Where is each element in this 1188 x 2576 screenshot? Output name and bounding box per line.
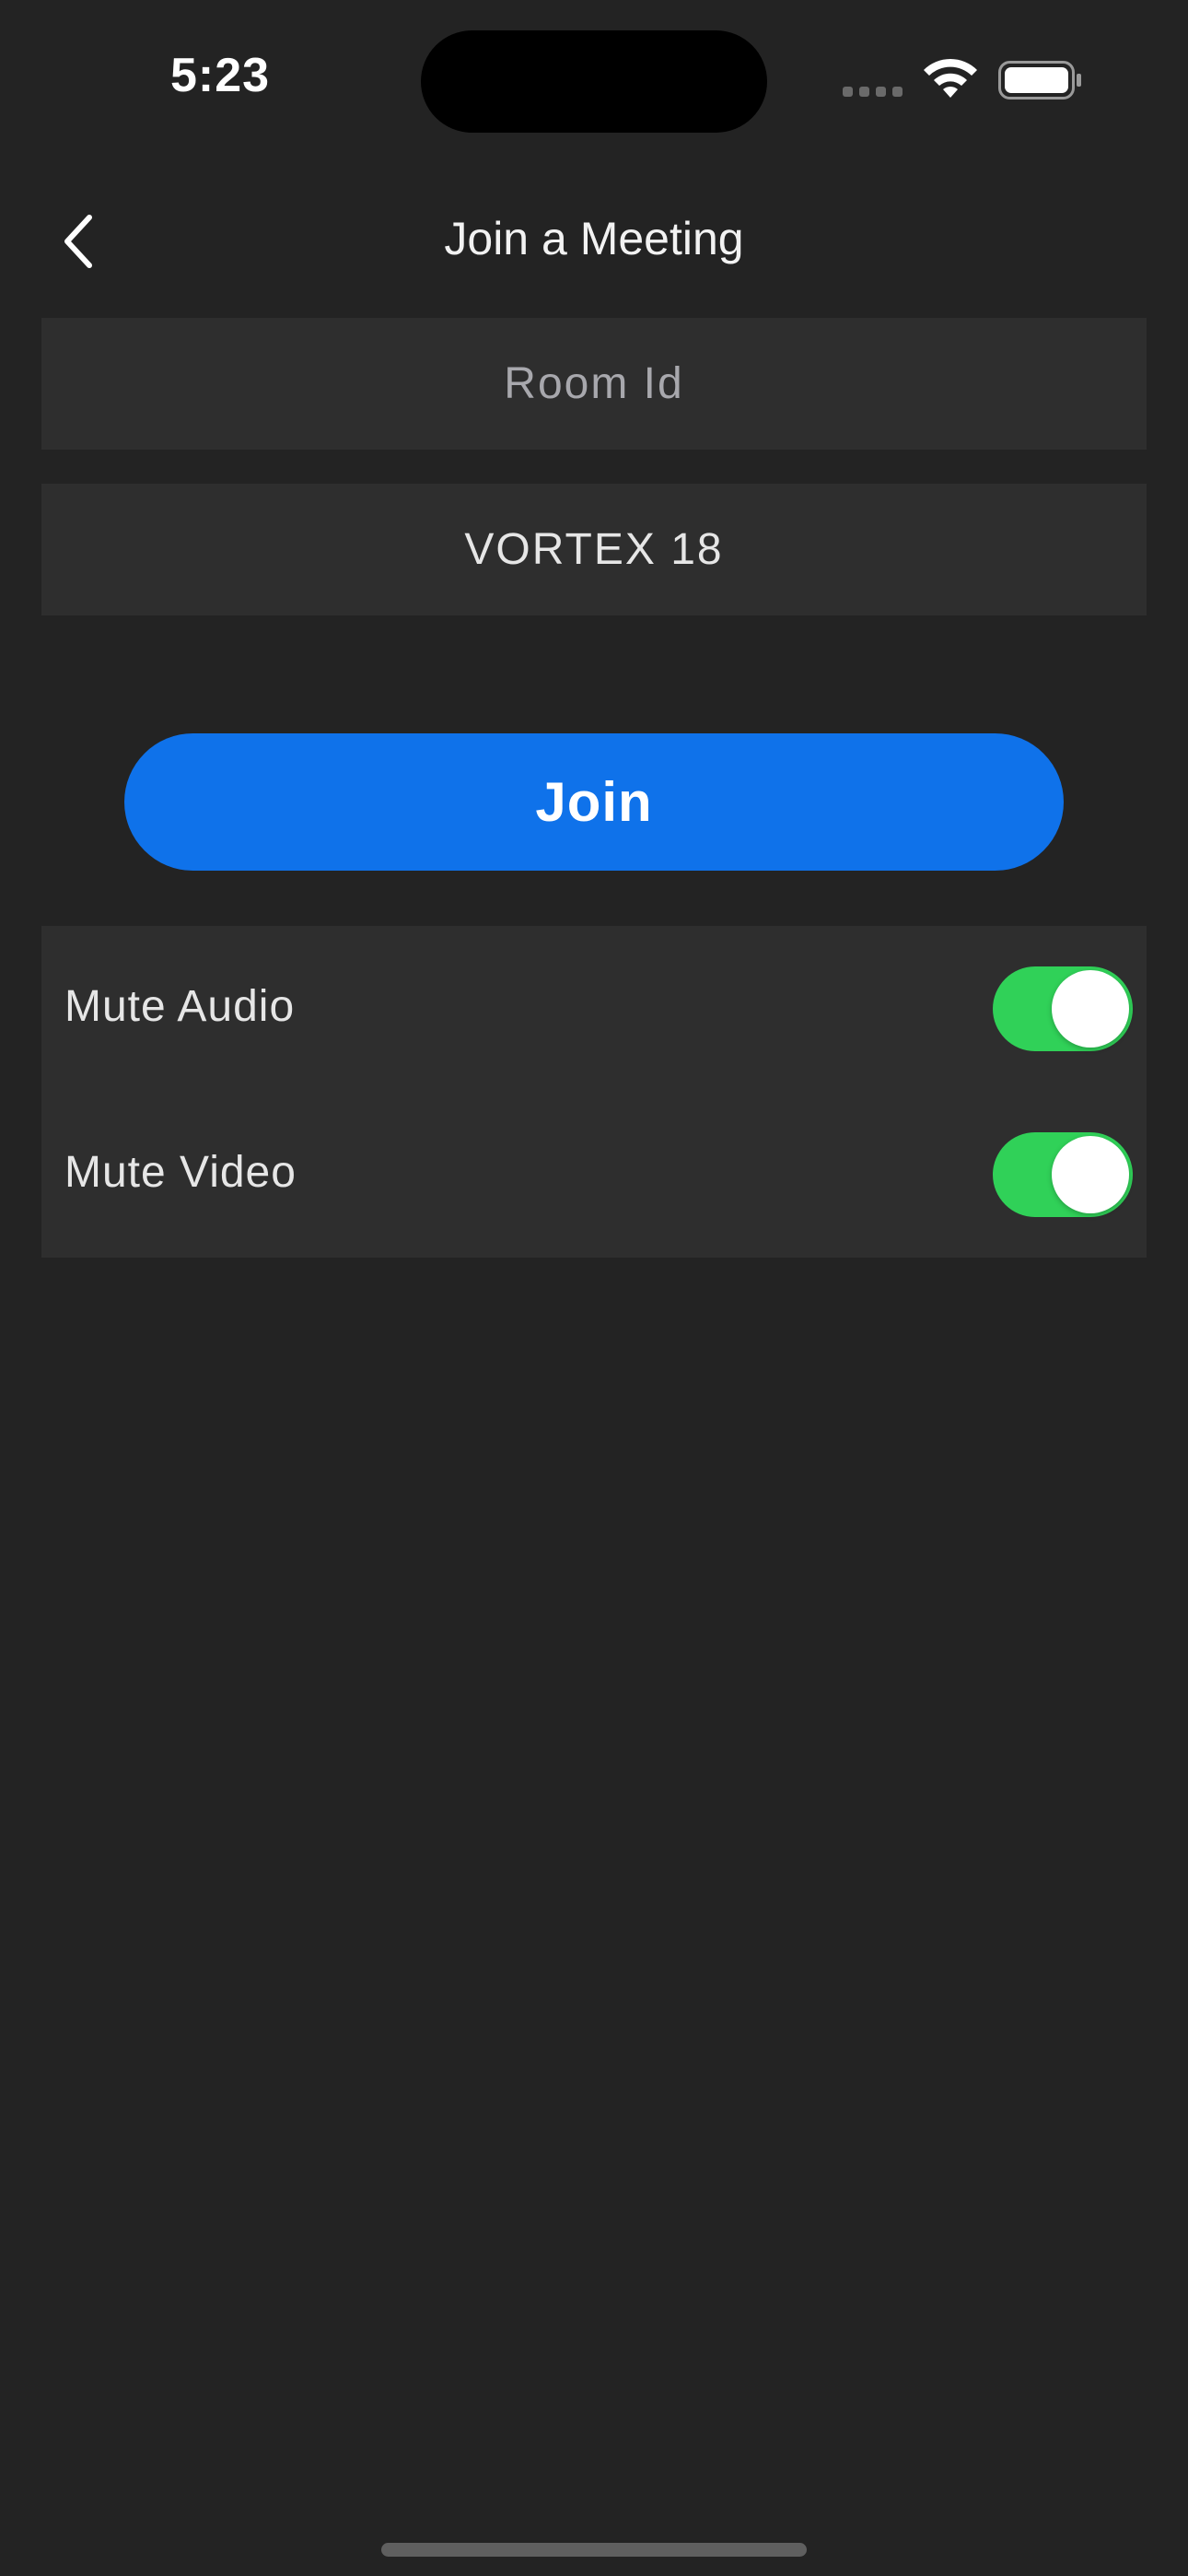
display-name-field[interactable]: [41, 483, 1147, 616]
wifi-icon: [924, 58, 977, 98]
battery-icon: [998, 61, 1081, 100]
room-id-field[interactable]: [41, 317, 1147, 451]
mute-video-toggle[interactable]: [993, 1132, 1133, 1217]
cellular-signal-icon: [843, 87, 903, 98]
dynamic-island: [421, 30, 767, 133]
status-time: 5:23: [170, 49, 271, 102]
mute-video-row: Mute Video: [41, 1092, 1147, 1258]
toggle-knob: [1052, 970, 1129, 1048]
join-button[interactable]: Join: [124, 733, 1064, 871]
mute-audio-label: Mute Audio: [64, 982, 296, 1031]
mute-audio-row: Mute Audio: [41, 926, 1147, 1092]
room-id-input[interactable]: [41, 317, 1147, 451]
mute-audio-toggle[interactable]: [993, 966, 1133, 1051]
settings-group: Mute Audio Mute Video: [41, 926, 1147, 1258]
home-indicator: [381, 2543, 807, 2557]
display-name-input[interactable]: [41, 483, 1147, 616]
page-title: Join a Meeting: [444, 213, 744, 264]
mute-video-label: Mute Video: [64, 1148, 297, 1197]
toggle-knob: [1052, 1136, 1129, 1213]
